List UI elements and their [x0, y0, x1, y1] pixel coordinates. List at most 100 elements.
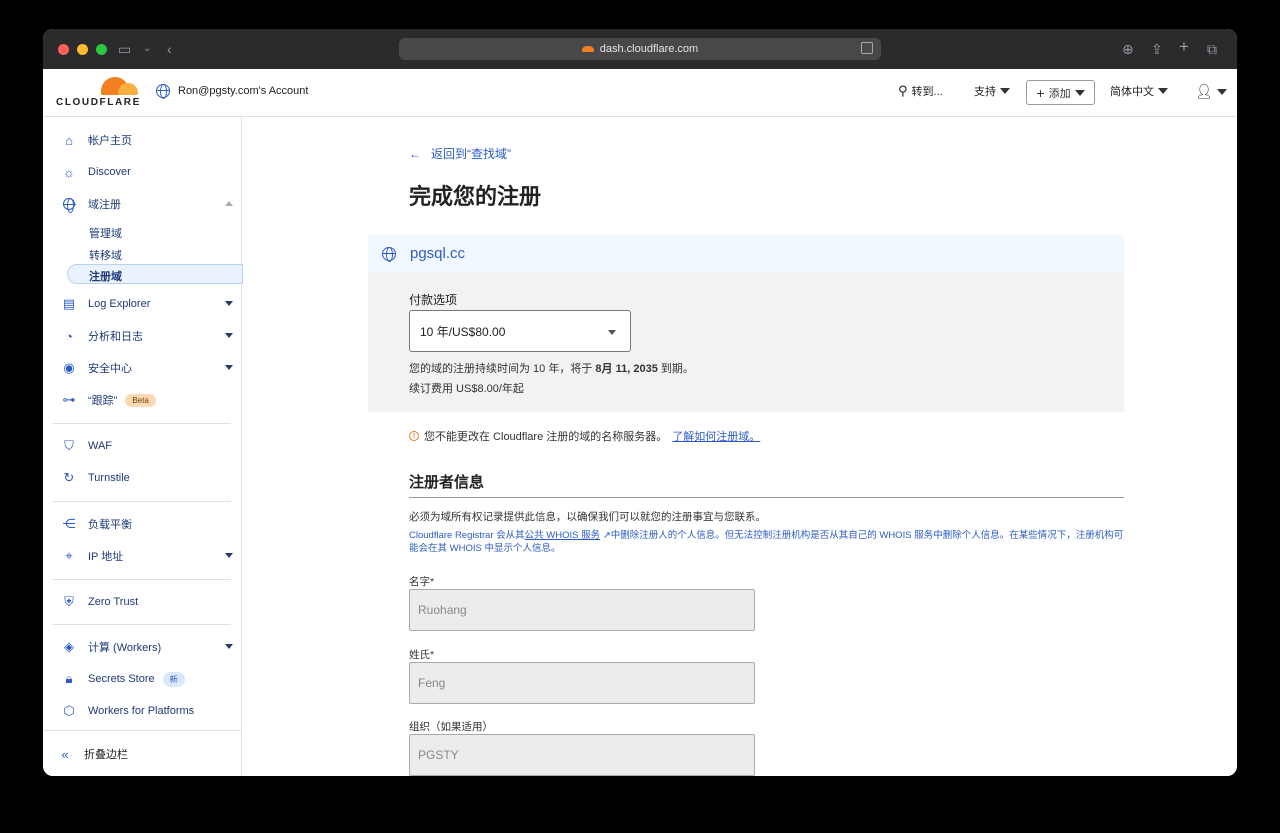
- nameserver-warning: ! 您不能更改在 Cloudflare 注册的域的名称服务器。 了解如何注册域。: [409, 428, 760, 444]
- site-favicon-icon: [581, 46, 594, 52]
- sidebar-item-account-home[interactable]: ⌂ 帐户主页: [53, 127, 233, 153]
- expiry-date: 8月 11, 2035: [595, 363, 658, 375]
- add-label: 添加: [1048, 87, 1071, 100]
- tab-overview-icon[interactable]: ⧉: [1207, 40, 1217, 58]
- reader-icon[interactable]: [861, 42, 873, 54]
- new-badge: 新: [162, 671, 185, 687]
- sidebar-item-label: 安全中心: [88, 363, 132, 375]
- double-chevron-left-icon: «: [61, 746, 69, 762]
- learn-register-link[interactable]: 了解如何注册域。: [672, 428, 760, 444]
- sidebar-item-label: Secrets Store: [88, 673, 155, 685]
- last-name-label: 姓氏*: [409, 649, 435, 661]
- caret-down-icon: [1216, 88, 1227, 95]
- close-window-button[interactable]: [58, 44, 69, 55]
- public-whois-link[interactable]: 公共 WHOIS 服务: [525, 530, 600, 541]
- sidebar-item-load-balancing[interactable]: ⋲ 负载平衡: [53, 511, 233, 537]
- sidebar-footer-divider: [43, 730, 242, 731]
- sidebar-item-discover[interactable]: ☼ Discover: [53, 159, 233, 185]
- arrow-left-icon: ←: [409, 146, 421, 161]
- sidebar-divider: [53, 501, 231, 502]
- external-link-icon: ↗: [602, 530, 611, 541]
- goto-label: 转到...: [911, 86, 943, 98]
- sidebar-item-label: “跟踪”: [88, 395, 118, 407]
- language-menu[interactable]: 简体中文: [1110, 83, 1168, 99]
- zoom-window-button[interactable]: [96, 44, 107, 55]
- support-label: 支持: [974, 86, 996, 98]
- section-divider: [409, 497, 1124, 498]
- support-menu[interactable]: 支持: [974, 83, 1010, 99]
- page-title: 完成您的注册: [409, 184, 542, 209]
- sidebar-subitem-register-domains[interactable]: 注册域: [89, 268, 122, 284]
- sidebar-subitem-transfer-domains[interactable]: 转移域: [89, 247, 122, 263]
- goto-search[interactable]: ⚲ 转到...: [898, 83, 943, 99]
- sidebar-item-workers[interactable]: ◈ 计算 (Workers): [53, 634, 233, 660]
- chevron-down-icon[interactable]: ⌄: [143, 40, 151, 58]
- sidebar-toggle-icon[interactable]: ▭: [118, 40, 131, 58]
- sidebar-item-security-center[interactable]: ◉ 安全中心: [53, 355, 233, 381]
- share-icon[interactable]: ⇪: [1151, 40, 1163, 58]
- user-icon: 👤︎: [1195, 83, 1213, 99]
- duration-note-suffix: 到期。: [660, 363, 694, 375]
- sidebar-item-waf[interactable]: ⛉ WAF: [53, 433, 233, 459]
- organization-field[interactable]: PGSTY: [409, 734, 755, 776]
- network-tree-icon: ⊶: [62, 392, 76, 407]
- cloudflare-logo[interactable]: CLOUDFLARE: [56, 77, 139, 109]
- beta-badge: Beta: [125, 393, 156, 407]
- sidebar-item-analytics-logs[interactable]: ◔ 分析和日志: [53, 323, 233, 349]
- address-bar[interactable]: dash.cloudflare.com: [399, 38, 881, 60]
- sidebar-item-domain-registration[interactable]: 域注册: [53, 191, 233, 217]
- url-text: dash.cloudflare.com: [599, 43, 699, 55]
- sidebar-item-log-explorer[interactable]: ▤ Log Explorer: [53, 291, 233, 317]
- pie-chart-icon: ◔: [65, 328, 73, 344]
- load-balancer-icon: ⋲: [62, 516, 76, 531]
- home-icon: ⌂: [65, 132, 73, 148]
- last-name-field[interactable]: Feng: [409, 662, 755, 704]
- cube-icon: ⬡: [63, 703, 75, 718]
- registration-duration-note: 您的域的注册持续时间为 10 年，将于 8月 11, 2035 到期。: [409, 360, 694, 376]
- security-center-icon: ◉: [63, 360, 75, 375]
- renewal-fee-note: 续订费用 US$8.00/年起: [409, 383, 524, 395]
- organization-label: 组织（如果适用）: [409, 721, 493, 733]
- sidebar-item-ip-addresses[interactable]: ⌖ IP 地址: [53, 543, 233, 569]
- caret-down-icon: [225, 333, 233, 338]
- sidebar-divider: [53, 579, 231, 580]
- new-tab-icon[interactable]: +: [1179, 38, 1189, 56]
- sidebar-item-workers-for-platforms[interactable]: ⬡ Workers for Platforms: [53, 698, 233, 724]
- back-link-label: 返回到“查找域”: [431, 147, 511, 161]
- account-name: Ron@pgsty.com's Account: [178, 85, 309, 97]
- sidebar: ⌂ 帐户主页 ☼ Discover 域注册 管理域 转移域 注册域 ▤ Log …: [43, 117, 243, 776]
- language-label: 简体中文: [1110, 86, 1154, 98]
- top-navigation: CLOUDFLARE Ron@pgsty.com's Account ⚲ 转到.…: [43, 69, 1237, 117]
- browser-toolbar: ▭ ⌄ ‹ dash.cloudflare.com ⊕ ⇪ + ⧉: [43, 29, 1237, 69]
- sidebar-item-label: Turnstile: [88, 472, 130, 484]
- add-button[interactable]: + 添加: [1026, 80, 1095, 105]
- account-switcher[interactable]: Ron@pgsty.com's Account: [156, 84, 309, 99]
- sidebar-item-label: 域注册: [88, 199, 121, 211]
- sidebar-item-label: 帐户主页: [88, 135, 132, 147]
- caret-down-icon: [1000, 88, 1010, 94]
- domain-header: pgsql.cc: [368, 235, 1124, 272]
- caret-down-icon: [1158, 88, 1168, 94]
- user-menu[interactable]: 👤︎: [1195, 83, 1227, 100]
- collapse-sidebar-button[interactable]: « 折叠边栏: [49, 741, 229, 767]
- back-arrow-icon[interactable]: ‹: [167, 40, 172, 58]
- globe-icon: [382, 246, 396, 262]
- duration-note-text: 您的域的注册持续时间为 10 年，将于: [409, 363, 593, 375]
- back-to-find-domain-link[interactable]: ← 返回到“查找域”: [409, 145, 511, 162]
- minimize-window-button[interactable]: [77, 44, 88, 55]
- payment-term-select[interactable]: 10 年/US$80.00: [409, 310, 631, 352]
- sidebar-divider: [53, 624, 231, 625]
- collapse-sidebar-label: 折叠边栏: [84, 749, 128, 761]
- first-name-field[interactable]: Ruohang: [409, 589, 755, 631]
- sidebar-item-label: IP 地址: [88, 551, 124, 563]
- sidebar-item-zero-trust[interactable]: ⛨ Zero Trust: [53, 589, 233, 615]
- sidebar-item-label: Workers for Platforms: [88, 705, 195, 717]
- sidebar-item-trace[interactable]: ⊶ “跟踪” Beta: [53, 387, 233, 413]
- caret-down-icon: [225, 365, 233, 370]
- download-icon[interactable]: ⊕: [1122, 40, 1134, 58]
- sidebar-divider: [53, 423, 231, 424]
- sidebar-item-turnstile[interactable]: ↻ Turnstile: [53, 465, 233, 491]
- sidebar-item-secrets-store[interactable]: 🔒︎ Secrets Store 新: [53, 666, 233, 692]
- sidebar-subitem-manage-domains[interactable]: 管理域: [89, 225, 122, 241]
- location-pin-icon: ⌖: [65, 548, 73, 563]
